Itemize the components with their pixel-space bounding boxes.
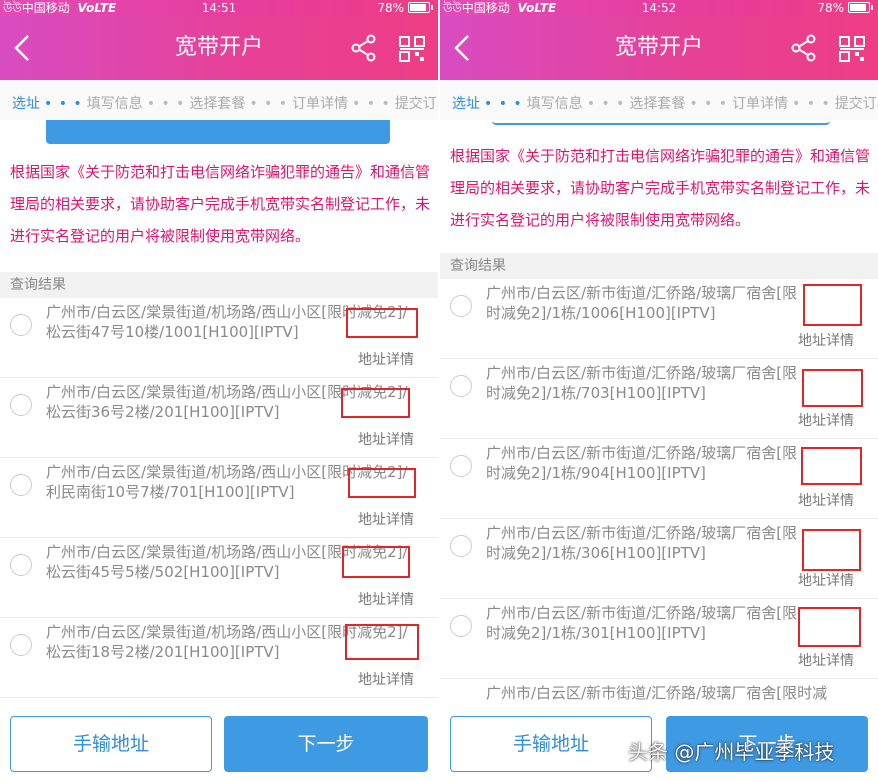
highlight-box: [801, 447, 862, 485]
address-detail-link[interactable]: 地址详情: [798, 410, 854, 430]
radio-button[interactable]: [10, 554, 32, 576]
app-header: 宽带开户: [440, 16, 878, 80]
address-item[interactable]: 广州市/白云区/棠景街道/机场路/西山小区[限时减免2]/利民南街10号7楼/7…: [0, 458, 438, 538]
highlight-box: [803, 284, 862, 326]
address-item[interactable]: 广州市/白云区/新市街道/汇侨路/玻璃厂宿舍[限时减免2]/1栋/306[H10…: [440, 519, 878, 599]
status-time: 14:52: [641, 1, 677, 15]
query-button-partial[interactable]: [492, 120, 830, 125]
manual-address-button[interactable]: 手输地址: [10, 716, 212, 772]
manual-address-button[interactable]: 手输地址: [450, 716, 652, 772]
address-detail-link[interactable]: 地址详情: [358, 509, 414, 529]
address-detail-link[interactable]: 地址详情: [798, 650, 854, 670]
address-text: 广州市/白云区/新市街道/汇侨路/玻璃厂宿舍[限时减免2]/1栋/301[H10…: [486, 604, 798, 642]
highlight-box: [802, 369, 863, 407]
left-phone-screen: উউ中国移动 VoLTE 14:51 78% 宽带开户 选址 • • • 填写信…: [0, 0, 438, 782]
address-list: 广州市/白云区/棠景街道/机场路/西山小区[限时减免2]/松云街47号10楼/1…: [0, 298, 438, 700]
address-item[interactable]: 广州市/白云区/新市街道/汇侨路/玻璃厂宿舍[限时减免2]/1栋/1006[H1…: [440, 279, 878, 359]
highlight-box: [345, 624, 419, 660]
address-detail-link[interactable]: 地址详情: [358, 429, 414, 449]
step-choose-package: 选择套餐: [629, 96, 686, 112]
status-time: 14:51: [201, 1, 237, 15]
watermark-text: 头条 @广州毕业季科技: [628, 740, 835, 764]
address-list: 广州市/白云区/新市街道/汇侨路/玻璃厂宿舍[限时减免2]/1栋/1006[H1…: [440, 279, 878, 700]
notice-text: 根据国家《关于防范和打击电信网络诈骗犯罪的通告》和通信管理局的相关要求，请协助客…: [10, 163, 431, 245]
highlight-box: [341, 388, 410, 418]
highlight-box: [348, 468, 416, 498]
radio-button[interactable]: [10, 474, 32, 496]
bottom-action-bar: 手输地址 下一步: [0, 700, 438, 782]
realname-notice: 根据国家《关于防范和打击电信网络诈骗犯罪的通告》和通信管理局的相关要求，请协助客…: [440, 120, 878, 253]
step-submit-order: 提交订单: [834, 96, 878, 112]
results-label: 查询结果: [0, 272, 438, 298]
radio-button[interactable]: [450, 455, 472, 477]
results-label: 查询结果: [440, 253, 878, 279]
battery-icon: [848, 2, 873, 13]
query-button-partial[interactable]: [46, 120, 390, 144]
address-detail-link[interactable]: 地址详情: [798, 570, 854, 590]
address-item[interactable]: 广州市/白云区/棠景街道/机场路/西山小区[限时减免2]/松云街18号2楼/20…: [0, 618, 438, 698]
radio-button[interactable]: [10, 394, 32, 416]
address-item[interactable]: 广州市/白云区/新市街道/汇侨路/玻璃厂宿舍[限时减免2]/1栋/703[H10…: [440, 359, 878, 439]
address-text: 广州市/白云区/新市街道/汇侨路/玻璃厂宿舍[限时减免2]/1栋/306[H10…: [486, 524, 798, 562]
address-item[interactable]: 广州市/白云区/新市街道/汇侨路/玻璃厂宿舍[限时减免2]/1栋/301[H10…: [440, 599, 878, 679]
address-text: 广州市/白云区/新市街道/汇侨路/玻璃厂宿舍[限时减免2]/1栋/703[H10…: [486, 364, 798, 402]
radio-button[interactable]: [450, 535, 472, 557]
step-order-details: 订单详情: [292, 96, 349, 112]
address-item[interactable]: 广州市/白云区/棠景街道/机场路/西山小区[限时减免2]/松云街36号2楼/20…: [0, 378, 438, 458]
status-bar: উউ中国移动 VoLTE 14:51 78%: [0, 0, 438, 16]
radio-button[interactable]: [450, 295, 472, 317]
radio-button[interactable]: [10, 634, 32, 656]
radio-button[interactable]: [10, 314, 32, 336]
step-submit-order: 提交订单: [394, 96, 438, 112]
highlight-box: [346, 308, 418, 338]
address-item[interactable]: 广州市/白云区/新市街道/汇侨路/玻璃厂宿舍[限时减: [440, 679, 878, 700]
share-icon[interactable]: [790, 34, 818, 62]
step-choose-package: 选择套餐: [189, 96, 246, 112]
step-order-details: 订单详情: [732, 96, 789, 112]
highlight-box: [342, 546, 410, 578]
qr-code-icon[interactable]: [398, 35, 426, 63]
progress-steps: 选址• • •填写信息• • •选择套餐• • •订单详情• • •提交订单: [0, 80, 438, 120]
highlight-box: [798, 607, 861, 647]
address-detail-link[interactable]: 地址详情: [358, 669, 414, 689]
battery-icon: [408, 2, 433, 13]
right-phone-screen: উউ中国移动 VoLTE 14:52 78% 宽带开户 选址 • • • 填写信…: [440, 0, 878, 782]
address-detail-link[interactable]: 地址详情: [798, 490, 854, 510]
radio-button[interactable]: [450, 615, 472, 637]
address-detail-link[interactable]: 地址详情: [358, 589, 414, 609]
qr-code-icon[interactable]: [838, 35, 866, 63]
address-text: 广州市/白云区/新市街道/汇侨路/玻璃厂宿舍[限时减: [486, 684, 828, 700]
step-select-address: 选址: [452, 96, 480, 112]
address-text: 广州市/白云区/新市街道/汇侨路/玻璃厂宿舍[限时减免2]/1栋/1006[H1…: [486, 284, 798, 322]
battery-percent: 78%: [377, 1, 404, 15]
status-bar: উউ中国移动 VoLTE 14:52 78%: [440, 0, 878, 16]
radio-button[interactable]: [450, 375, 472, 397]
share-icon[interactable]: [350, 34, 378, 62]
progress-steps: 选址• • •填写信息• • •选择套餐• • •订单详情• • •提交订单: [440, 80, 878, 120]
realname-notice: 根据国家《关于防范和打击电信网络诈骗犯罪的通告》和通信管理局的相关要求，请协助客…: [0, 120, 438, 272]
address-item[interactable]: 广州市/白云区/棠景街道/机场路/西山小区[限时减免2]/松云街45号5楼/50…: [0, 538, 438, 618]
address-text: 广州市/白云区/新市街道/汇侨路/玻璃厂宿舍[限时减免2]/1栋/904[H10…: [486, 444, 798, 482]
app-header: 宽带开户: [0, 16, 438, 80]
step-select-address: 选址: [12, 96, 40, 112]
address-item[interactable]: 广州市/白云区/棠景街道/机场路/西山小区[限时减免2]/松云街47号10楼/1…: [0, 298, 438, 378]
next-step-button[interactable]: 下一步: [224, 716, 428, 772]
address-item[interactable]: 广州市/白云区/新市街道/汇侨路/玻璃厂宿舍[限时减免2]/1栋/904[H10…: [440, 439, 878, 519]
battery-percent: 78%: [817, 1, 844, 15]
highlight-box: [802, 529, 861, 571]
step-fill-info: 填写信息: [86, 96, 143, 112]
step-fill-info: 填写信息: [526, 96, 583, 112]
address-detail-link[interactable]: 地址详情: [358, 349, 414, 369]
notice-text: 根据国家《关于防范和打击电信网络诈骗犯罪的通告》和通信管理局的相关要求，请协助客…: [450, 147, 871, 229]
address-detail-link[interactable]: 地址详情: [798, 330, 854, 350]
